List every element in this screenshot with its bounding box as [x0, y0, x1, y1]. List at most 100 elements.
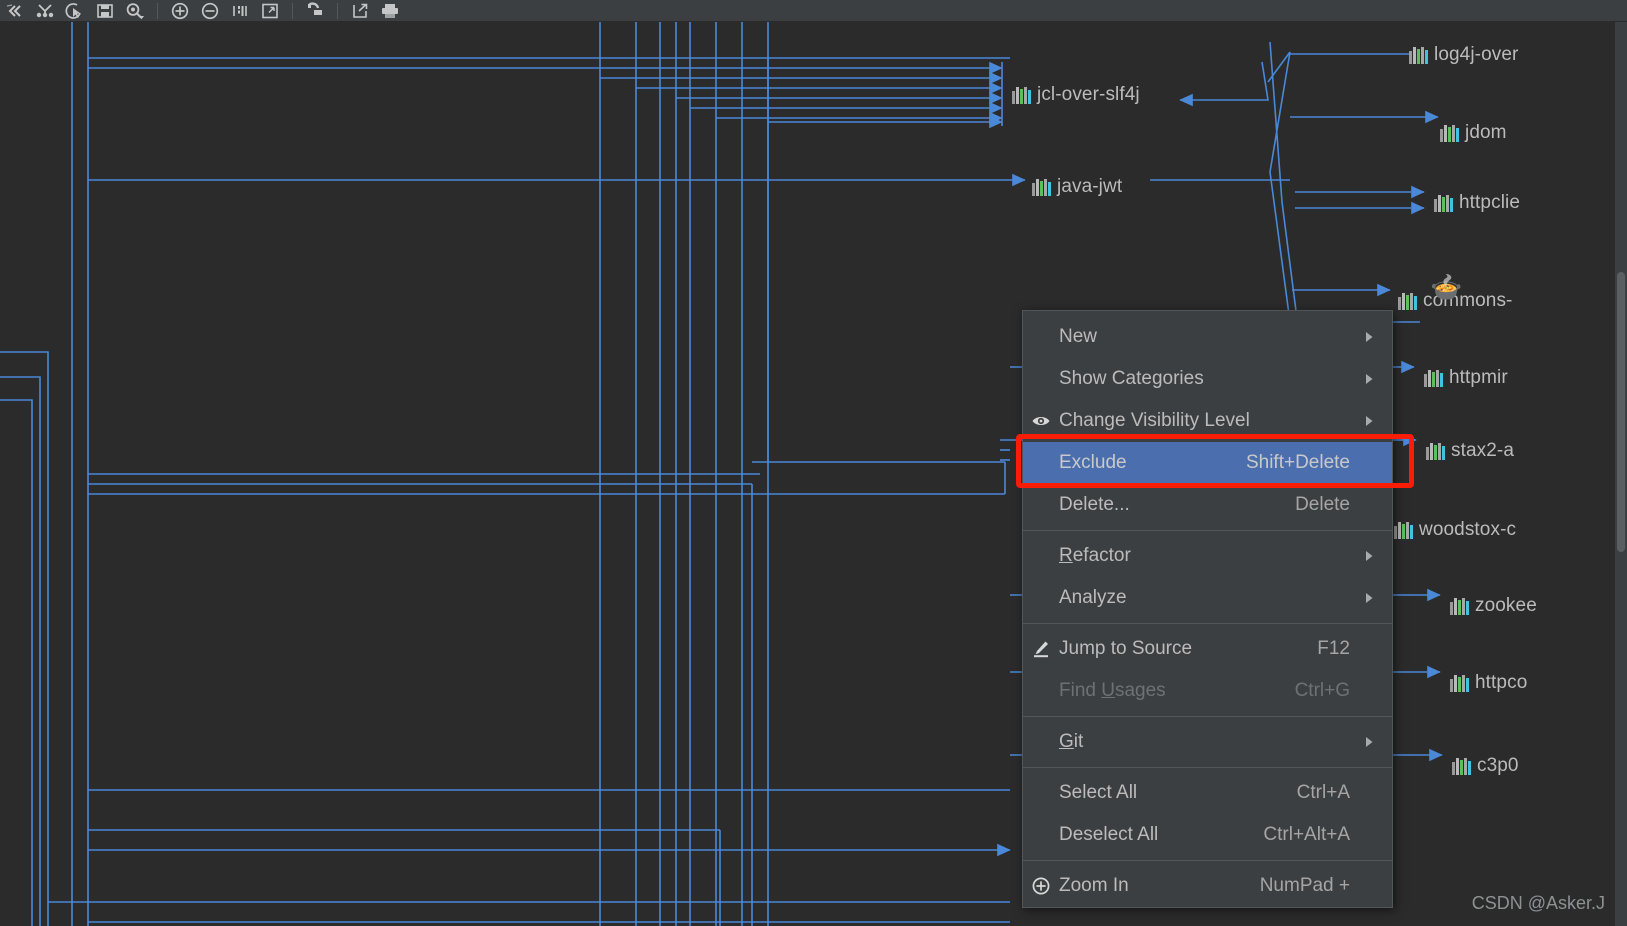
- menu-item-delete[interactable]: Delete... Delete: [1023, 484, 1392, 526]
- menu-item-select-all[interactable]: Select All Ctrl+A: [1023, 772, 1392, 814]
- menu-item-change-visibility-level[interactable]: Change Visibility Level: [1023, 400, 1392, 442]
- fruit-bowl-icon: 🍲: [1430, 272, 1463, 302]
- graph-node-stax2-a[interactable]: stax2-a: [1426, 440, 1514, 462]
- graph-node-label: jcl-over-slf4j: [1037, 84, 1140, 105]
- menu-item-label: Show Categories: [1059, 368, 1204, 389]
- watermark-text: CSDN @Asker.J: [1471, 893, 1605, 913]
- menu-item-label-rest: sages: [1114, 680, 1166, 701]
- jar-icon: [1012, 86, 1031, 104]
- jar-icon: [1450, 674, 1469, 692]
- toolbar-divider: [337, 2, 338, 19]
- menu-item-refactor[interactable]: Refactor: [1023, 535, 1392, 577]
- graph-node-label: httpmir: [1449, 367, 1508, 388]
- graph-node-label: java-jwt: [1057, 176, 1123, 197]
- jar-icon: [1450, 597, 1469, 615]
- menu-item-label: Refactor: [1059, 545, 1350, 567]
- menu-item-label: Deselect All: [1059, 824, 1159, 845]
- menu-item-label: Zoom In: [1059, 875, 1129, 896]
- menu-item-shortcut: Ctrl+G: [1294, 680, 1350, 701]
- graph-node-label: c3p0: [1477, 755, 1519, 776]
- menu-item-shortcut: Shift+Delete: [1245, 452, 1350, 473]
- menu-item-shortcut: Delete: [1295, 494, 1350, 515]
- save-snapshot-icon[interactable]: [90, 0, 120, 22]
- menu-item-mnemonic: U: [1101, 680, 1115, 701]
- menu-item-new[interactable]: New: [1023, 316, 1392, 358]
- menu-item-deselect-all[interactable]: Deselect All Ctrl+Alt+A: [1023, 814, 1392, 856]
- menu-item-mnemonic: G: [1059, 731, 1074, 752]
- vertical-scrollbar[interactable]: [1615, 22, 1627, 926]
- chevron-right-icon: [1360, 550, 1378, 562]
- graph-toolbar: [0, 0, 1627, 22]
- menu-item-shortcut: NumPad +: [1259, 875, 1350, 896]
- menu-item-label: Change Visibility Level: [1059, 410, 1250, 431]
- menu-item-label: Select All: [1059, 782, 1138, 803]
- context-menu[interactable]: New Show Categories Change Visibility Le…: [1022, 310, 1393, 908]
- menu-item-label: Delete...: [1059, 494, 1130, 515]
- menu-item-find-usages: Find Usages Ctrl+G: [1023, 670, 1392, 712]
- graph-node-label: stax2-a: [1451, 440, 1515, 461]
- graph-node-jdom[interactable]: jdom: [1440, 122, 1507, 144]
- graph-node-jcl-over-slf4j[interactable]: jcl-over-slf4j: [1012, 84, 1140, 106]
- menu-separator: [1023, 767, 1392, 768]
- menu-item-label-rest: efactor: [1072, 545, 1131, 566]
- menu-item-exclude[interactable]: Exclude Shift+Delete: [1023, 442, 1392, 484]
- actual-size-icon[interactable]: [225, 0, 255, 22]
- fit-content-icon[interactable]: [255, 0, 285, 22]
- menu-separator: [1023, 530, 1392, 531]
- menu-item-show-categories[interactable]: Show Categories: [1023, 358, 1392, 400]
- graph-node-label: log4j-over: [1434, 44, 1519, 65]
- graph-node-label: zookee: [1475, 595, 1537, 616]
- graph-node-c3p0[interactable]: c3p0: [1452, 755, 1519, 777]
- graph-node-label: woodstox-c: [1419, 519, 1517, 540]
- graph-node-log4j-over[interactable]: log4j-over: [1409, 44, 1518, 66]
- menu-item-shortcut: Ctrl+A: [1296, 782, 1350, 803]
- menu-item-git[interactable]: Git: [1023, 721, 1392, 763]
- menu-item-label: Jump to Source: [1059, 638, 1193, 659]
- menu-item-label: Find Usages: [1059, 680, 1275, 702]
- graph-node-httpco[interactable]: httpco: [1450, 672, 1527, 694]
- graph-node-label: httpclie: [1459, 192, 1521, 213]
- export-icon[interactable]: [345, 0, 375, 22]
- chevron-right-icon: [1360, 592, 1378, 604]
- eye-icon: [1023, 414, 1059, 428]
- jar-icon: [1424, 369, 1443, 387]
- jar-icon: [1452, 757, 1471, 775]
- print-icon[interactable]: [375, 0, 405, 22]
- menu-item-shortcut: Ctrl+Alt+A: [1263, 824, 1350, 845]
- menu-item-shortcut: F12: [1317, 638, 1350, 659]
- jar-icon: [1032, 178, 1051, 196]
- collapse-all-icon[interactable]: [0, 0, 30, 22]
- expand-scatter-icon[interactable]: [30, 0, 60, 22]
- menu-item-zoom-in[interactable]: Zoom In NumPad +: [1023, 865, 1392, 907]
- menu-item-label: New: [1059, 326, 1098, 347]
- menu-item-analyze[interactable]: Analyze: [1023, 577, 1392, 619]
- magnet-icon[interactable]: [300, 0, 330, 22]
- menu-item-jump-to-source[interactable]: Jump to Source F12: [1023, 628, 1392, 670]
- find-icon[interactable]: [120, 0, 150, 22]
- graph-node-woodstox-c[interactable]: woodstox-c: [1394, 519, 1516, 541]
- vertical-scrollbar-thumb[interactable]: [1617, 272, 1625, 552]
- jar-icon: [1394, 521, 1413, 539]
- zoom-out-icon[interactable]: [195, 0, 225, 22]
- pencil-icon: [1023, 639, 1059, 659]
- menu-item-label: Git: [1059, 731, 1350, 753]
- toolbar-divider: [157, 2, 158, 19]
- jar-icon: [1426, 442, 1445, 460]
- menu-item-label-rest: it: [1073, 731, 1084, 752]
- graph-node-label: httpco: [1475, 672, 1528, 693]
- graph-node-httpclie[interactable]: httpclie: [1434, 192, 1520, 214]
- graph-node-zookee[interactable]: zookee: [1450, 595, 1537, 617]
- zoom-in-icon: [1023, 876, 1059, 896]
- menu-item-mnemonic: R: [1059, 545, 1073, 566]
- chevron-right-icon: [1360, 331, 1378, 343]
- zoom-in-icon[interactable]: [165, 0, 195, 22]
- jar-icon: [1434, 194, 1453, 212]
- jar-icon: [1440, 124, 1459, 142]
- jar-icon: [1409, 46, 1428, 64]
- menu-separator: [1023, 716, 1392, 717]
- graph-node-httpmir[interactable]: httpmir: [1424, 367, 1508, 389]
- graph-node-java-jwt[interactable]: java-jwt: [1032, 176, 1122, 198]
- chevron-right-icon: [1360, 736, 1378, 748]
- select-in-editor-icon[interactable]: [60, 0, 90, 22]
- menu-separator: [1023, 860, 1392, 861]
